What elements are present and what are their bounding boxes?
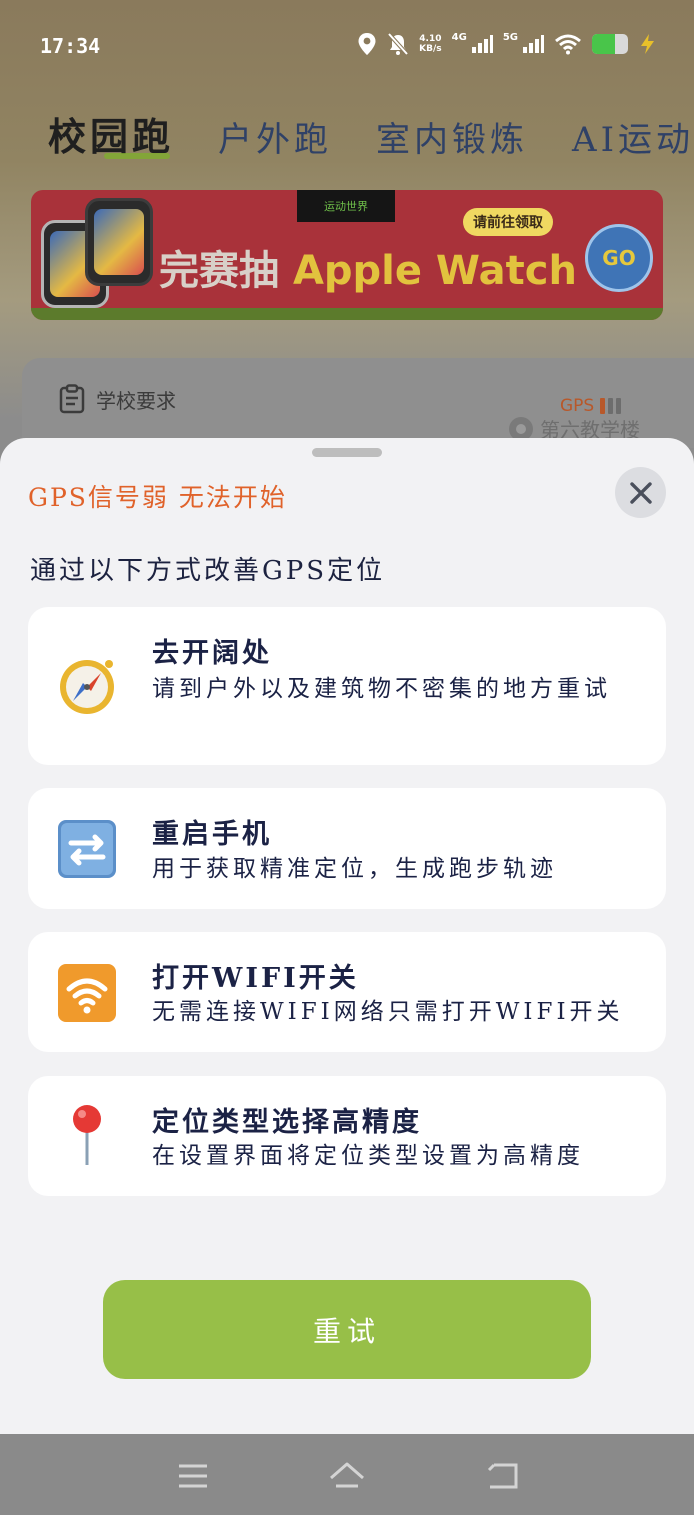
tip-description: 在设置界面将定位类型设置为高精度 — [152, 1143, 584, 1169]
gps-status: GPS — [560, 396, 622, 416]
signal-4g-icon — [471, 34, 493, 54]
location-pin-icon — [56, 1104, 118, 1166]
tip-card-wifi: 打开WIFI开关 无需连接WIFI网络只需打开WIFI开关 — [28, 932, 666, 1052]
gps-weak-sheet: GPS信号弱 无法开始 通过以下方式改善GPS定位 去开阔处 请到户外以及建筑物… — [0, 438, 694, 1434]
tip-description: 请到户外以及建筑物不密集的地方重试 — [152, 676, 611, 702]
sheet-drag-handle[interactable] — [312, 448, 382, 457]
gps-signal-bar — [600, 398, 606, 414]
restart-icon — [56, 818, 118, 880]
promo-banner[interactable]: 运动世界 完赛抽 Apple Watch 请前往领取 GO — [31, 190, 663, 320]
gps-signal-bar — [608, 398, 614, 414]
wifi-icon — [56, 962, 118, 1024]
close-icon — [629, 481, 652, 504]
gps-signal-bars — [600, 398, 622, 414]
tip-description: 用于获取精准定位，生成跑步轨迹 — [152, 856, 557, 882]
wifi-status-icon — [554, 33, 582, 55]
tip-card-open-area: 去开阔处 请到户外以及建筑物不密集的地方重试 — [28, 607, 666, 765]
sheet-subtitle: 通过以下方式改善GPS定位 — [30, 556, 386, 586]
banner-grass-strip — [31, 308, 663, 320]
system-nav-bar — [0, 1434, 694, 1515]
banner-go-button[interactable]: GO — [585, 224, 653, 292]
gps-signal-bar — [616, 398, 622, 414]
clipboard-icon — [59, 384, 85, 414]
tip-title: 打开WIFI开关 — [152, 963, 359, 994]
network-speed-unit: KB/s — [419, 44, 442, 54]
tip-title: 定位类型选择高精度 — [152, 1107, 422, 1138]
tip-card-high-accuracy: 定位类型选择高精度 在设置界面将定位类型设置为高精度 — [28, 1076, 666, 1196]
banner-headline-cn: 完赛抽 — [159, 248, 279, 294]
status-icons: 4.10 KB/s 4G 5G — [357, 32, 656, 56]
network-type-5g: 5G — [502, 32, 518, 43]
network-type-4g: 4G — [451, 32, 467, 43]
mute-bell-icon — [387, 32, 409, 56]
banner-cta-label: 请前往领取 — [463, 208, 553, 236]
banner-headline: 完赛抽 Apple Watch — [159, 238, 577, 296]
home-button[interactable] — [327, 1456, 367, 1496]
compass-icon — [56, 655, 118, 717]
charging-bolt-icon — [638, 33, 656, 55]
tip-title: 重启手机 — [152, 819, 272, 850]
status-time: 17:34 — [40, 34, 101, 58]
tab-campus-run[interactable]: 校园跑 — [48, 106, 174, 161]
network-speed-value: 4.10 — [419, 34, 442, 44]
tip-description: 无需连接WIFI网络只需打开WIFI开关 — [152, 999, 624, 1025]
sport-mode-tabs: 校园跑 户外跑 室内锻炼 AI运动 — [48, 106, 694, 161]
menu-button[interactable] — [173, 1456, 213, 1496]
school-requirements-label: 学校要求 — [96, 388, 176, 413]
retry-button[interactable]: 重试 — [103, 1280, 591, 1379]
tab-outdoor-run[interactable]: 户外跑 — [218, 112, 332, 161]
banner-brand-logo: 运动世界 — [297, 190, 395, 222]
watch-image — [85, 198, 153, 286]
tab-ai-sports[interactable]: AI运动 — [572, 112, 694, 161]
tip-card-restart-phone: 重启手机 用于获取精准定位，生成跑步轨迹 — [28, 788, 666, 909]
menu-icon — [179, 1464, 207, 1488]
signal-5g-icon — [522, 34, 544, 54]
banner-headline-en: Apple Watch — [292, 248, 577, 294]
home-icon — [330, 1462, 364, 1488]
back-button[interactable] — [482, 1456, 522, 1496]
tab-indoor-workout[interactable]: 室内锻炼 — [376, 112, 528, 161]
tip-title: 去开阔处 — [152, 638, 272, 669]
school-requirements-button[interactable]: 学校要求 — [58, 384, 176, 414]
location-icon — [357, 32, 377, 56]
close-button[interactable] — [615, 467, 666, 518]
battery-fill — [592, 34, 616, 54]
back-icon — [487, 1463, 518, 1489]
sheet-title: GPS信号弱 无法开始 — [28, 483, 287, 512]
battery-indicator — [592, 34, 628, 54]
network-speed: 4.10 KB/s — [419, 34, 441, 54]
status-bar: 17:34 4.10 KB/s 4G 5G — [0, 0, 694, 96]
gps-label: GPS — [560, 396, 595, 416]
